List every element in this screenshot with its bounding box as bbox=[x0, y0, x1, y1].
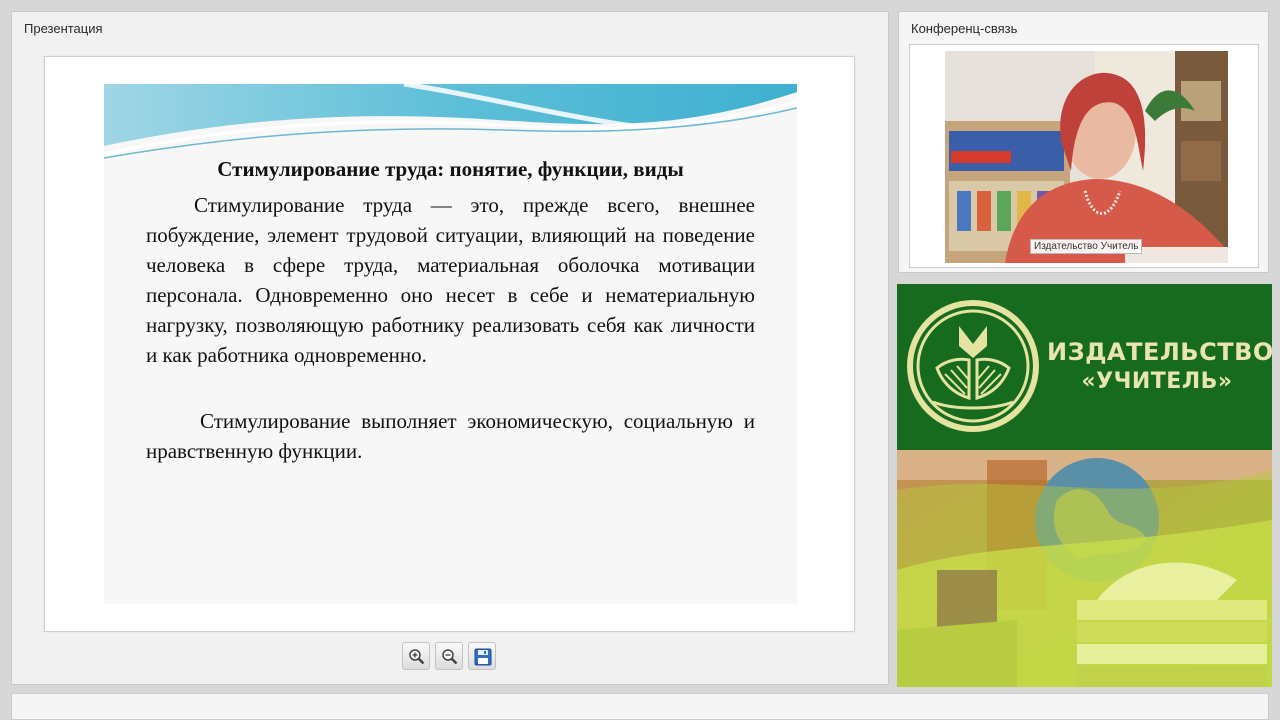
promo-title-line-2: «УЧИТЕЛЬ» bbox=[1081, 369, 1233, 394]
slide-frame: Стимулирование труда: понятие, функции, … bbox=[44, 56, 855, 632]
conference-panel-title: Конференц-связь bbox=[911, 21, 1018, 36]
bottom-panel bbox=[11, 693, 1269, 720]
slide-title: Стимулирование труда: понятие, функции, … bbox=[217, 157, 684, 181]
zoom-out-icon bbox=[442, 649, 458, 665]
zoom-in-icon bbox=[409, 649, 425, 665]
publisher-promo: ИЗДАТЕЛЬСТВО «УЧИТЕЛЬ» bbox=[897, 284, 1272, 687]
conference-panel: Конференц-связь Издательство Учитель bbox=[898, 11, 1269, 273]
promo-title-line-1: ИЗДАТЕЛЬСТВО bbox=[1047, 338, 1272, 366]
webcam-video: Издательство Учитель bbox=[945, 51, 1228, 263]
zoom-in-button[interactable] bbox=[402, 642, 430, 670]
publisher-logo bbox=[907, 300, 1039, 432]
slide-banner bbox=[104, 84, 797, 164]
slide: Стимулирование труда: понятие, функции, … bbox=[104, 84, 797, 604]
zoom-out-button[interactable] bbox=[435, 642, 463, 670]
video-caption: Издательство Учитель bbox=[1030, 239, 1143, 254]
save-button[interactable] bbox=[468, 642, 496, 670]
books-globe-image bbox=[897, 450, 1272, 687]
slide-paragraph-2: Стимулирование выполняет экономическую, … bbox=[146, 409, 755, 463]
presentation-panel: Презентация Стимулирование труда: поняти… bbox=[11, 11, 889, 685]
slide-toolbar bbox=[402, 642, 502, 672]
save-icon bbox=[474, 648, 492, 666]
video-frame: Издательство Учитель bbox=[909, 44, 1259, 268]
slide-paragraph-1: Стимулирование труда — это, прежде всего… bbox=[146, 193, 755, 367]
promo-banner: ИЗДАТЕЛЬСТВО «УЧИТЕЛЬ» bbox=[897, 284, 1272, 450]
webcam-image bbox=[945, 51, 1228, 263]
presentation-panel-title: Презентация bbox=[24, 21, 103, 36]
